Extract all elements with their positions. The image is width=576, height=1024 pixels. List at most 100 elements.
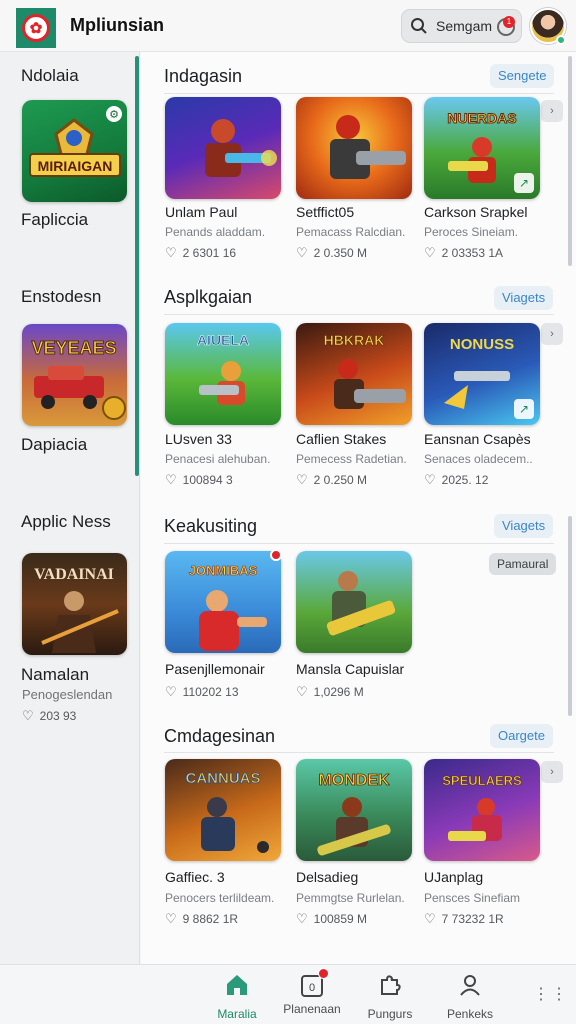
game-title[interactable]: Setffict05 <box>296 204 354 220</box>
section-divider <box>164 93 554 94</box>
game-tile-image[interactable]: SPEULAERS <box>424 759 540 861</box>
game-likes: ♡ 2 03353 1A <box>424 245 504 261</box>
game-likes: ♡ 100859 M <box>296 911 368 927</box>
online-status-dot <box>556 35 566 45</box>
heart-icon[interactable]: ♡ <box>165 245 177 261</box>
heart-icon[interactable]: ♡ <box>165 472 177 488</box>
game-tile-image[interactable]: NONUSS ↗ <box>424 323 540 425</box>
search-bar[interactable]: Semgam 1 <box>401 9 522 43</box>
section-divider <box>164 543 554 544</box>
game-title[interactable]: Pasenjllemonair <box>165 661 265 677</box>
heart-icon[interactable]: ♡ <box>296 911 308 927</box>
more-options-icon[interactable]: ⋮⋮ <box>533 984 569 1004</box>
scroll-right-icon[interactable]: › <box>541 100 563 122</box>
game-art-image: VEYEAES <box>31 338 126 420</box>
game-title[interactable]: Eansnan Csapès <box>424 431 531 447</box>
nav-label: Planenaan <box>283 1002 341 1016</box>
game-title[interactable]: Caflien Stakes <box>296 431 386 447</box>
game-tile-image[interactable] <box>296 97 412 199</box>
home-icon <box>227 975 247 995</box>
game-art-image: SPEULAERS <box>442 773 522 841</box>
main-scrollbar[interactable] <box>568 56 572 266</box>
game-likes: ♡ 1,0296 M <box>296 684 364 700</box>
section-see-all-button[interactable]: Oargete <box>490 724 553 748</box>
heart-icon[interactable]: ♡ <box>424 245 436 261</box>
game-art-image <box>326 571 396 636</box>
app-logo[interactable]: ✿ <box>16 8 56 48</box>
external-link-icon[interactable]: ↗ <box>514 399 534 419</box>
game-subtitle: Penands aladdam. <box>165 225 266 239</box>
card-art-title: MIRIAIGAN <box>38 158 113 174</box>
notification-icon[interactable]: 1 <box>497 16 515 36</box>
game-tile-image[interactable]: JONMIBAS <box>165 551 281 653</box>
game-likes: ♡ 2 0.250 M <box>296 472 368 488</box>
section-side-button[interactable]: Pamaural <box>489 553 557 575</box>
game-tile-image[interactable]: NUERDAS ↗ <box>424 97 540 199</box>
game-title[interactable]: Delsadieg <box>296 869 358 885</box>
game-tile-image[interactable] <box>296 551 412 653</box>
heart-icon[interactable]: ♡ <box>165 911 177 927</box>
nav-item-puzzle[interactable]: Pungurs <box>355 972 425 1021</box>
game-tile-image[interactable] <box>165 97 281 199</box>
game-art-image: VADAINAI <box>34 566 119 653</box>
external-link-icon[interactable]: ↗ <box>514 173 534 193</box>
game-tile-image[interactable]: HBKRAK <box>296 323 412 425</box>
section-title: Asplkgaian <box>164 287 253 307</box>
section-see-all-button[interactable]: Viagets <box>494 514 554 538</box>
game-tile-image[interactable]: AIUELA <box>165 323 281 425</box>
game-subtitle: Pemecess Radetian. <box>296 452 407 466</box>
scroll-right-icon[interactable]: › <box>541 761 563 783</box>
heart-icon[interactable]: ♡ <box>424 911 436 927</box>
game-likes: ♡ 2 6301 16 <box>165 245 237 261</box>
heart-icon[interactable]: ♡ <box>165 684 177 700</box>
game-subtitle: Penocers terlildeam. <box>165 891 275 905</box>
section-title: Indagasin <box>164 66 243 86</box>
game-art-image <box>330 115 406 179</box>
game-likes: ♡ 110202 13 <box>165 684 239 700</box>
tile-art-title: AIUELA <box>197 332 249 348</box>
nav-badge <box>318 968 329 979</box>
heart-icon[interactable]: ♡ <box>296 472 308 488</box>
section-title: Keakusiting <box>164 516 258 536</box>
tile-art-title: CANNUAS <box>186 770 261 787</box>
section-title: Cmdagesinan <box>164 726 276 746</box>
game-tile-image[interactable]: CANNUAS <box>165 759 281 861</box>
tile-art-title: MONDEK <box>318 772 390 789</box>
game-subtitle: Pemacass Ralcdian. <box>296 225 406 239</box>
heart-icon[interactable]: ♡ <box>296 684 308 700</box>
sidebar-card[interactable]: MIRIAIGAN ⚙ <box>22 100 127 202</box>
nav-item-home[interactable]: Maralia <box>202 972 272 1021</box>
sidebar-card-likes: ♡ 203 93 <box>22 708 77 724</box>
tile-art-title: JONMIBAS <box>189 563 258 578</box>
game-title[interactable]: Unlam Paul <box>165 204 237 220</box>
sidebar-card[interactable]: VADAINAI <box>22 553 127 655</box>
heart-icon[interactable]: ♡ <box>296 245 308 261</box>
profile-icon <box>460 975 480 996</box>
search-placeholder: Semgam <box>436 18 493 34</box>
heart-icon[interactable]: ♡ <box>22 708 34 724</box>
section-see-all-button[interactable]: Viagets <box>494 286 554 310</box>
sidebar-card-label: Fapliccia <box>21 210 89 229</box>
main-scrollbar-lower[interactable] <box>568 516 572 716</box>
scroll-right-icon[interactable]: › <box>541 323 563 345</box>
nav-item-inbox[interactable]: 0 Planenaan <box>277 968 347 1016</box>
game-title[interactable]: Gaffiec. 3 <box>165 869 225 885</box>
game-art-image: HBKRAK <box>323 332 406 409</box>
game-title[interactable]: Mansla Capuislar <box>296 661 404 677</box>
app-title: Mpliunsian <box>70 15 164 35</box>
sidebar-card[interactable]: VEYEAES <box>22 324 127 426</box>
nav-item-profile[interactable]: Penkeks <box>435 972 505 1021</box>
game-likes: ♡ 2 0.350 M <box>296 245 368 261</box>
game-likes: ♡ 7 73232 1R <box>424 911 504 927</box>
game-title[interactable]: Carkson Srapkel <box>424 204 528 220</box>
section-see-all-button[interactable]: Sengete <box>490 64 555 88</box>
game-title[interactable]: UJanplag <box>424 869 483 885</box>
app-logo-icon: ✿ <box>22 14 50 42</box>
game-tile-image[interactable]: MONDEK <box>296 759 412 861</box>
search-icon <box>411 18 427 34</box>
sidebar-scrollbar[interactable] <box>135 56 139 476</box>
heart-icon[interactable]: ♡ <box>424 472 436 488</box>
game-title[interactable]: LUsven 33 <box>165 431 232 447</box>
card-art-title: VEYEAES <box>31 338 116 358</box>
game-art-image <box>205 119 277 177</box>
